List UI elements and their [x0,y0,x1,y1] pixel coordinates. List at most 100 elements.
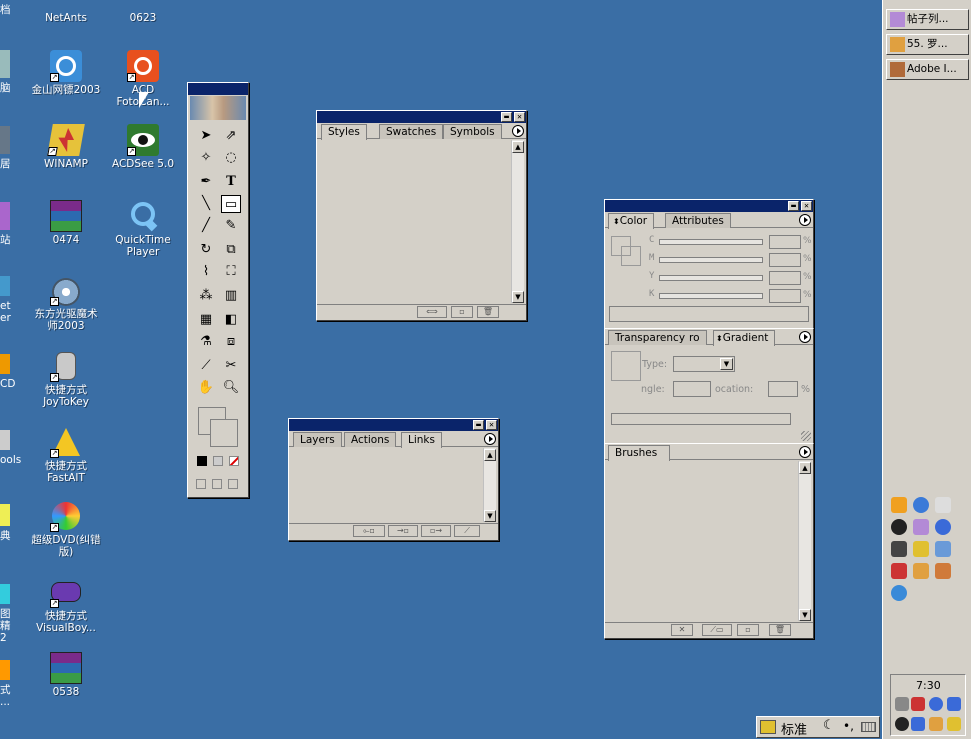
gradient-panel[interactable]: Transparency ro ⬍Gradient Type: ▼ ngle: o… [604,328,814,444]
trash-icon[interactable]: 🗑︎ [477,306,499,318]
tab-brushes[interactable]: Brushes [608,445,670,461]
sync-icon[interactable] [947,697,961,711]
color-panel-titlebar[interactable]: ▬ ✕ [605,200,813,212]
desktop-icon-edge-5[interactable]: et er [0,276,20,324]
tab-symbols[interactable]: Symbols [443,124,502,139]
new-brush-icon[interactable]: ▫ [737,624,759,636]
desktop-icon-netants[interactable]: NetAnts [27,0,105,24]
slider-c-track[interactable] [659,239,763,245]
desktop-icon-super-dvd[interactable]: ↗ 超级DVD(纠错 版) [27,500,105,558]
layers-panel-titlebar[interactable]: ▬ ✕ [289,419,498,431]
color-mode-button[interactable] [197,456,207,466]
zoom-tool-icon[interactable]: 🔍︎ [221,379,241,397]
tools-icon[interactable] [891,563,907,579]
desktop-icon-quicktime[interactable]: QuickTime Player [104,200,182,258]
network-status-icon[interactable] [929,697,943,711]
tab-actions[interactable]: Actions [344,432,397,447]
qq-icon[interactable] [895,717,909,731]
tab-links[interactable]: Links [401,432,442,448]
blend-tool-icon[interactable]: ⧈ [221,333,241,351]
scale-tool-icon[interactable]: ⧉ [221,241,241,259]
panel-menu-icon[interactable] [799,446,811,458]
styles-panel-titlebar[interactable]: ▬ ✕ [317,111,526,123]
quicktime-icon[interactable] [891,585,907,601]
gradient-mode-button[interactable] [213,456,223,466]
gallery-icon[interactable] [947,717,961,731]
gradient-slider-bar[interactable] [611,413,791,425]
desktop-icon-edge-9[interactable]: 图精 2 [0,584,20,644]
desktop-icon-edge-1[interactable]: 档 [0,0,20,16]
ime-logo-icon[interactable] [760,720,776,734]
stroke-swatch[interactable] [210,419,238,447]
relink-icon[interactable]: ⟜▫ [353,525,385,537]
scroll-down-icon[interactable]: ▼ [799,609,811,621]
tab-styles[interactable]: Styles [321,124,367,140]
gradient-tool-icon[interactable]: ◧ [221,311,241,329]
info-icon[interactable] [935,519,951,535]
volume-icon[interactable] [895,697,909,711]
symbol-sprayer-tool-icon[interactable]: ⁂ [196,287,216,305]
brushes-scrollbar[interactable]: ▲ ▼ [798,461,811,621]
slider-m-input[interactable] [769,253,801,267]
minimize-button[interactable]: ▬ [501,112,512,122]
slider-y[interactable]: Y % [649,271,812,285]
new-style-icon[interactable]: ▫ [451,306,473,318]
slider-y-input[interactable] [769,271,801,285]
scissors-tool-icon[interactable]: ✂ [221,357,241,375]
selection-tool-icon[interactable]: ➤ [196,127,216,145]
screen-mode-buttons[interactable] [196,479,242,489]
panel-menu-icon[interactable] [484,433,496,445]
close-button[interactable]: ✕ [514,112,525,122]
internet-explorer-icon[interactable] [913,497,929,513]
resize-grip-icon[interactable] [801,431,811,441]
desktop-icon-edge-4[interactable]: 站 [0,202,20,246]
pencil-tool-icon[interactable]: ✎ [221,217,241,235]
desktop-icon-edge-7[interactable]: ools [0,430,21,466]
minimize-button[interactable]: ▬ [473,420,484,430]
gradient-preview[interactable] [611,351,641,381]
tool-icon[interactable] [891,541,907,557]
slider-m[interactable]: M % [649,253,812,267]
media-play-icon[interactable] [891,497,907,513]
desktop-icon-fastait[interactable]: ↗ 快捷方式 FastAIT [27,426,105,484]
half-width-icon[interactable]: ☾ [823,718,835,733]
direct-selection-tool-icon[interactable]: ⇗ [221,127,241,145]
antivirus-icon[interactable] [911,697,925,711]
update-link-icon[interactable]: ▫→ [421,525,451,537]
close-button[interactable]: ✕ [801,201,812,211]
clock[interactable]: 7:30 [916,679,941,692]
tab-swatches[interactable]: Swatches [379,124,444,139]
pen-tool-icon[interactable]: ✒ [196,173,216,191]
desktop-icon-visualboy[interactable]: ↗ 快捷方式 VisualBoy... [27,576,105,634]
line-tool-icon[interactable]: ╲ [196,195,216,213]
display-icon[interactable] [911,717,925,731]
scroll-down-icon[interactable]: ▼ [512,291,524,303]
panel-menu-icon[interactable] [512,125,524,137]
brush-options-icon[interactable]: ⟋▭ [702,624,732,636]
location-input[interactable] [768,381,798,397]
slider-k-input[interactable] [769,289,801,303]
styles-panel[interactable]: ▬ ✕ Styles Swatches Symbols ▲ ▼ ⟺ ▫ 🗑︎ [316,110,527,321]
tools-panel[interactable]: ➤ ⇗ ✧ ◌ ✒ T ╲ ▭ ╱ ✎ ↻ ⧉ ⌇ ⛶ ⁂ ▥ ▦ ◧ ⚗ ⧈ … [187,82,249,498]
slider-k-track[interactable] [659,293,763,299]
tab-transparency[interactable]: Transparency ro [608,330,707,345]
scroll-up-icon[interactable]: ▲ [512,141,524,153]
rotate-tool-icon[interactable]: ↻ [196,241,216,259]
tab-color[interactable]: ⬍Color [608,213,655,229]
ime-mode-label[interactable]: 标准 [781,719,807,738]
desktop-icon-acdsee[interactable]: ↗ ACDSee 5.0 [104,124,182,170]
mesh-tool-icon[interactable]: ▦ [196,311,216,329]
desktop-icon-winamp[interactable]: ↗ WINAMP [27,124,105,170]
desktop-icon-kingsoft[interactable]: ↗ 金山网镖2003 [27,50,105,96]
punctuation-icon[interactable]: •, [843,719,854,733]
slider-c[interactable]: C % [649,235,812,249]
paintbrush-tool-icon[interactable]: ╱ [196,217,216,235]
warp-tool-icon[interactable]: ⌇ [196,263,216,281]
none-mode-button[interactable] [229,456,239,466]
panel-menu-icon[interactable] [799,214,811,226]
ime-toolbar[interactable]: 标准 ☾ •, [756,716,880,738]
tools-titlebar[interactable] [188,83,248,95]
taskbar-button-luo[interactable]: 55. 罗... [886,34,969,55]
network-icon[interactable] [935,541,951,557]
fill-stroke-swatch[interactable] [196,405,240,449]
